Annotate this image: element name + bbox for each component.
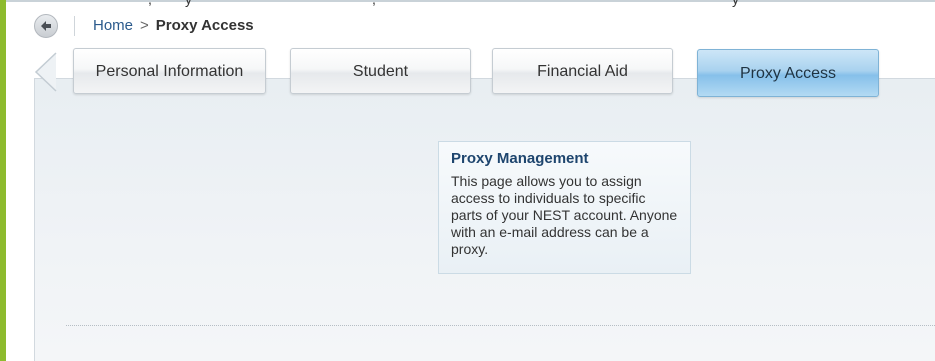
- back-button[interactable]: [34, 14, 58, 38]
- tab-student[interactable]: Student: [290, 48, 471, 94]
- page-frame: , y , y Home > Proxy Access Personal Infor…: [0, 0, 935, 361]
- section-divider: [66, 325, 935, 326]
- tab-label: Financial Aid: [537, 63, 628, 80]
- chevron-left-icon: [34, 52, 57, 92]
- tab-personal-information[interactable]: Personal Information: [73, 48, 266, 94]
- tab-label: Personal Information: [95, 63, 244, 80]
- breadcrumb-divider: [74, 16, 75, 36]
- tab-scroll-left-button[interactable]: [34, 52, 58, 92]
- proxy-management-description: This page allows you to assign access to…: [451, 173, 678, 257]
- left-accent-bar: [0, 0, 6, 361]
- tab-label: Proxy Access: [739, 65, 837, 82]
- breadcrumb-separator: >: [140, 17, 149, 34]
- back-arrow-icon: [41, 21, 51, 31]
- breadcrumb-home-link[interactable]: Home: [93, 17, 133, 34]
- proxy-management-box: Proxy Management This page allows you to…: [438, 141, 691, 274]
- breadcrumb: Home > Proxy Access: [93, 17, 254, 35]
- clipped-header-text: , y , y: [0, 0, 935, 7]
- tab-label: Student: [352, 63, 409, 80]
- breadcrumb-current: Proxy Access: [155, 17, 254, 34]
- tab-financial-aid[interactable]: Financial Aid: [492, 48, 673, 94]
- proxy-management-title: Proxy Management: [451, 150, 589, 167]
- tab-proxy-access[interactable]: Proxy Access: [697, 49, 879, 97]
